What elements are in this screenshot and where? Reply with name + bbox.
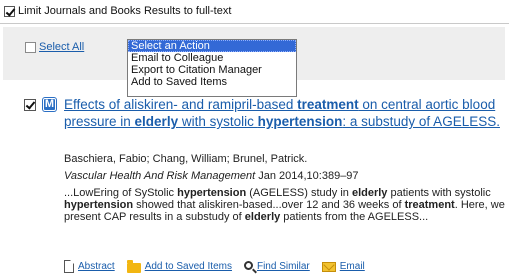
- result-checkbox[interactable]: [24, 99, 36, 111]
- action-option-add-saved[interactable]: Add to Saved Items: [128, 76, 296, 88]
- result-abstract-snippet: ...LowEring of SyStolic hypertension (AG…: [64, 187, 514, 223]
- result-citation: Vascular Health And Risk Management Jan …: [64, 170, 359, 182]
- document-icon: [64, 260, 74, 273]
- result-links: Abstract Add to Saved Items Find Similar…: [64, 259, 377, 273]
- abstract-text: ...LowEring of SyStolic: [64, 187, 178, 199]
- limit-fulltext-filter[interactable]: Limit Journals and Books Results to full…: [4, 4, 231, 18]
- citation-details: Jan 2014,10:389–97: [255, 170, 359, 182]
- title-text: Effects of aliskiren- and ramipril-based: [64, 97, 298, 112]
- email-link[interactable]: Email: [340, 261, 365, 272]
- action-option-select[interactable]: Select an Action: [128, 40, 296, 52]
- medline-badge-icon: M: [42, 97, 57, 112]
- divider: [0, 23, 509, 24]
- abstract-highlight: hypertension: [64, 199, 134, 211]
- title-highlight: hypertension: [257, 114, 343, 129]
- abstract-text: patients with systolic: [387, 187, 491, 199]
- abstract-highlight: hypertension: [177, 187, 247, 199]
- action-select[interactable]: Select an Action Email to Colleague Expo…: [127, 39, 297, 97]
- add-to-saved-items-link[interactable]: Add to Saved Items: [145, 261, 232, 272]
- title-text: with systolic: [178, 114, 258, 129]
- abstract-highlight: elderly: [244, 211, 281, 223]
- title-highlight: elderly: [134, 114, 179, 129]
- select-all-link[interactable]: Select All: [39, 41, 84, 53]
- action-option-export-citation[interactable]: Export to Citation Manager: [128, 64, 296, 76]
- abstract-text: (AGELESS) study in: [246, 187, 352, 199]
- select-all-checkbox[interactable]: [25, 41, 36, 53]
- medline-badge-letter: M: [43, 98, 56, 111]
- result-title-link[interactable]: Effects of aliskiren- and ramipril-based…: [64, 96, 519, 130]
- mail-icon: [321, 261, 336, 272]
- abstract-highlight: treatment: [404, 199, 455, 211]
- journal-name: Vascular Health And Risk Management: [64, 170, 256, 182]
- abstract-text: patients from the AGELESS...: [280, 211, 429, 223]
- result-authors: Baschiera, Fabio; Chang, William; Brunel…: [64, 153, 308, 165]
- title-highlight: treatment: [297, 97, 359, 112]
- limit-fulltext-checkbox[interactable]: [4, 5, 15, 17]
- abstract-highlight: elderly: [351, 187, 388, 199]
- title-text: : a substudy of AGELESS.: [342, 114, 500, 129]
- abstract-link[interactable]: Abstract: [78, 261, 115, 272]
- search-icon: [243, 261, 253, 270]
- find-similar-link[interactable]: Find Similar: [257, 261, 310, 272]
- select-all-control[interactable]: Select All: [25, 41, 84, 53]
- limit-fulltext-label: Limit Journals and Books Results to full…: [18, 5, 232, 17]
- action-option-email-colleague[interactable]: Email to Colleague: [128, 52, 296, 64]
- abstract-text: showed that aliskiren-based...over 12 an…: [133, 199, 405, 211]
- folder-icon: [126, 259, 141, 273]
